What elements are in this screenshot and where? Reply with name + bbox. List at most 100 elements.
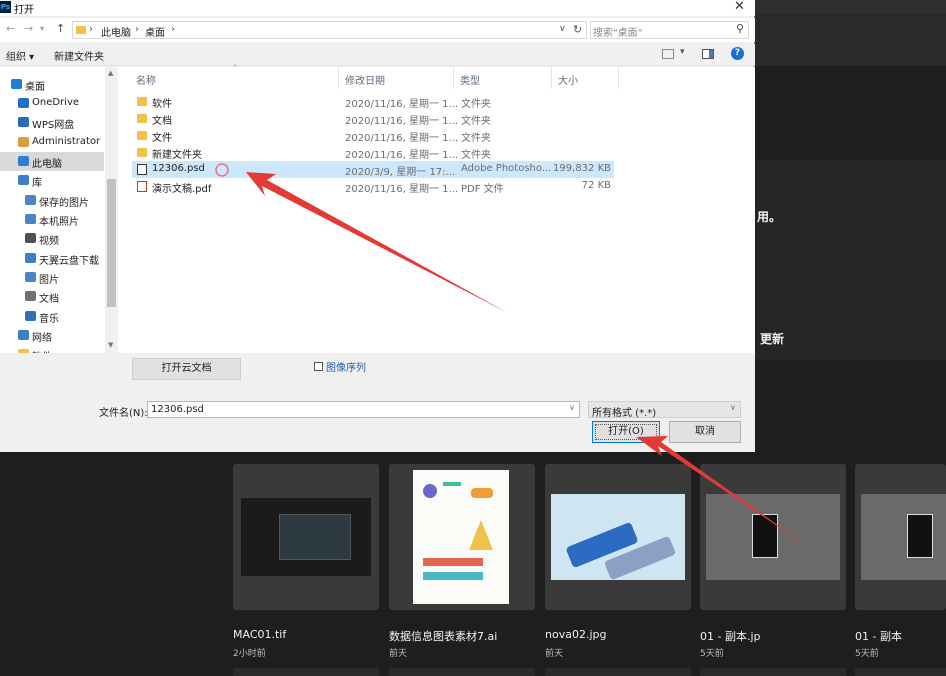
search-input[interactable]: 搜索"桌面" ⚲ [590,21,749,39]
file-row[interactable]: 文档 2020/11/16, 星期一 1... 文件夹 [132,110,614,127]
folder-icon [137,131,147,140]
recent-file-name: 01 - 副本 [855,630,902,643]
search-icon[interactable]: ⚲ [736,22,744,35]
recent-file-time: 前天 [389,649,408,659]
file-type: PDF 文件 [461,184,504,195]
sidebar-item[interactable]: 软件 [0,345,104,353]
cancel-button[interactable]: 取消 [669,421,741,443]
chevron-down-icon[interactable]: ∨ [559,24,566,34]
open-cloud-document-button[interactable]: 打开云文档 [132,358,241,380]
computer-icon [18,156,29,166]
file-name: 演示文稿.pdf [152,184,212,195]
sidebar-item-label: 桌面 [25,82,45,93]
sidebar-item[interactable]: 音乐 [0,307,104,326]
forward-arrow-icon[interactable]: → [24,22,33,35]
column-header-name[interactable]: 名称 [136,72,156,87]
file-type: 文件夹 [461,150,491,161]
pictures-icon [25,195,36,205]
navigation-scrollbar[interactable]: ▲ ▼ [105,67,118,353]
recent-file-thumb-3[interactable] [545,464,691,610]
sidebar-item[interactable]: OneDrive [0,94,104,113]
refresh-icon[interactable]: ↻ [573,23,582,36]
sidebar-item-label: 视频 [39,236,59,247]
recent-file-thumb-next-row [233,668,379,676]
sidebar-item[interactable]: 文档 [0,287,104,306]
new-folder-button[interactable]: 新建文件夹 [54,48,104,63]
column-header-date[interactable]: 修改日期 [345,72,385,87]
chevron-down-icon[interactable]: ∨ [569,403,575,412]
column-header-type[interactable]: 类型 [460,72,480,87]
recent-file-thumb-1[interactable] [233,464,379,610]
sidebar-item[interactable]: 天翼云盘下载 [0,249,104,268]
dialog-titlebar[interactable]: Ps 打开 ✕ [0,0,755,16]
sidebar-item[interactable]: Administrator [0,133,104,152]
recent-locations-chevron-icon[interactable]: ▾ [40,24,44,33]
library-icon [18,175,29,185]
view-options-icon[interactable] [662,49,674,59]
sidebar-item[interactable]: 此电脑 [0,152,104,171]
file-type: 文件夹 [461,133,491,144]
sidebar-item-label: 网络 [32,333,52,344]
recent-file-thumb-next-row [855,668,946,676]
breadcrumb-this-pc[interactable]: 此电脑 [101,24,131,39]
up-arrow-icon[interactable]: ↑ [56,22,65,35]
file-type-select[interactable]: 所有格式 (*.*) [588,401,741,419]
scroll-down-icon[interactable]: ▼ [108,341,113,349]
back-arrow-icon[interactable]: ← [6,22,15,35]
address-bar[interactable]: › 此电脑 › 桌面 › ∨ ↻ [72,21,587,39]
file-row[interactable]: 文件 2020/11/16, 星期一 1... 文件夹 [132,127,614,144]
recent-file-name: nova02.jpg [545,628,607,641]
image-sequence-label[interactable]: 图像序列 [326,359,366,374]
filename-label: 文件名(N): [99,408,148,419]
scroll-up-icon[interactable]: ▲ [108,69,113,77]
recent-file-thumb-4[interactable] [700,464,846,610]
recent-file-thumb-next-row [700,668,846,676]
organize-menu[interactable]: 组织 ▾ [6,48,34,63]
sidebar-item-label: 此电脑 [32,159,62,170]
sidebar-item[interactable]: 桌面 [0,75,104,94]
preview-pane-icon[interactable] [702,49,714,59]
music-icon [25,311,36,321]
breadcrumb-chevron-icon[interactable]: › [135,24,139,35]
chevron-down-icon[interactable]: ∨ [730,403,736,412]
file-type: Adobe Photosho... [461,163,552,174]
sidebar-item[interactable]: WPS网盘 [0,113,104,132]
help-icon[interactable]: ? [731,47,744,60]
sidebar-item[interactable]: 网络 [0,326,104,345]
file-date: 2020/3/9, 星期一 17:... [345,167,456,178]
file-row[interactable]: 软件 2020/11/16, 星期一 1... 文件夹 [132,93,614,110]
file-row[interactable]: 12306.psd 2020/3/9, 星期一 17:... Adobe Photo… [132,161,614,178]
column-divider [551,67,552,89]
sidebar-item[interactable]: 库 [0,171,104,190]
chevron-down-icon[interactable]: ▾ [680,47,685,57]
focus-ring [595,424,657,440]
sidebar-item-label: OneDrive [32,97,80,108]
recent-file-thumb-2[interactable] [389,464,535,610]
sidebar-item[interactable]: 图片 [0,268,104,287]
sidebar-item-label: 保存的图片 [39,198,89,209]
breadcrumb-chevron-icon[interactable]: › [171,24,175,35]
breadcrumb-desktop[interactable]: 桌面 [145,24,165,39]
file-type: 文件夹 [461,116,491,127]
close-icon[interactable]: ✕ [734,0,745,14]
recent-file-thumb-5[interactable] [855,464,946,610]
file-list: 名称 ^ 修改日期 类型 大小 软件 2020/11/16, 星期一 1... 文件… [118,64,755,353]
app-panel-text-update: 更新 [760,332,785,346]
file-row[interactable]: 演示文稿.pdf 2020/11/16, 星期一 1... PDF 文件 72 KB [132,178,614,195]
file-size: 72 KB [581,180,611,191]
sidebar-item-label: 本机照片 [39,217,79,228]
file-row[interactable]: 新建文件夹 2020/11/16, 星期一 1... 文件夹 [132,144,614,161]
file-name: 软件 [152,99,172,110]
scrollbar-thumb[interactable] [107,179,116,307]
desktop-icon [11,79,22,89]
sidebar-item[interactable]: 本机照片 [0,210,104,229]
sidebar-item[interactable]: 保存的图片 [0,191,104,210]
filename-field[interactable] [147,401,580,418]
file-date: 2020/11/16, 星期一 1... [345,150,459,161]
image-sequence-checkbox[interactable] [314,362,323,371]
sidebar-item[interactable]: 视频 [0,229,104,248]
open-button[interactable]: 打开(O) [592,421,660,443]
column-header-size[interactable]: 大小 [558,72,578,87]
sidebar-item-label: 文档 [39,294,59,305]
breadcrumb-chevron-icon[interactable]: › [89,24,93,35]
